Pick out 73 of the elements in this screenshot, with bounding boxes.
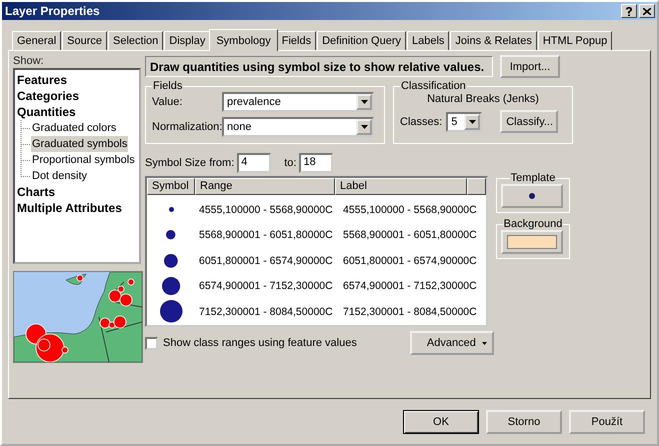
tree-item[interactable]: Quantities — [17, 104, 137, 120]
help-button[interactable] — [621, 4, 637, 18]
size-to-field[interactable]: 18 — [299, 153, 334, 173]
tab[interactable]: General — [12, 31, 62, 50]
advanced-button[interactable]: Advanced — [410, 331, 494, 355]
tab[interactable]: Definition Query — [317, 31, 406, 50]
circle-symbol-icon — [166, 230, 176, 240]
window-title: Layer Properties — [5, 4, 100, 18]
tree-item[interactable]: Multiple Attributes — [17, 200, 137, 216]
tab[interactable]: Source — [62, 31, 107, 50]
tree-item[interactable]: Graduated colors — [31, 120, 118, 136]
table-cell-text: 6574,900001 - 7152,30000C — [198, 280, 334, 292]
table-cell-text: 6051,800001 - 6574,90000C — [198, 254, 334, 267]
group-title: Template — [510, 172, 556, 184]
tab[interactable]: Fields — [276, 31, 316, 50]
classes-label: Classes: — [400, 116, 442, 128]
table-cell-text: 5568,900001 - 6051,80000C — [198, 229, 334, 242]
tab[interactable]: HTML Popup — [538, 31, 612, 50]
circle-symbol-icon — [162, 276, 180, 296]
table-cell-text: 4555,100000 - 5568,90000C — [198, 204, 334, 216]
group-title: Classification — [400, 80, 467, 92]
table-cell-text: 7152,300001 - 8084,50000C — [343, 306, 478, 318]
table-cell-text: 5568,900001 - 6051,80000C — [343, 229, 478, 242]
tab[interactable]: Joins & Relates — [450, 31, 537, 50]
classify-button[interactable]: Classify... — [500, 110, 558, 133]
table-cell-text: 4555,100000 - 5568,90000C — [343, 204, 478, 216]
table-cell-text: 6051,800001 - 6574,90000C — [343, 254, 478, 267]
field-label: Normalization: — [152, 121, 222, 133]
dialog-button[interactable]: Storno — [486, 410, 562, 434]
close-button[interactable] — [639, 4, 655, 18]
table-cell-text: 6574,900001 - 7152,30000C — [343, 280, 478, 292]
tree-item[interactable]: Charts — [17, 184, 137, 200]
table-cell-text: 7152,300001 - 8084,50000C — [198, 306, 334, 318]
checkbox-label: Show class ranges using feature values — [163, 337, 357, 349]
description-text: Draw quantities using symbol size to show relative values. — [145, 56, 493, 77]
tree-item[interactable]: Graduated symbols — [31, 136, 128, 152]
tree-item[interactable]: Proportional symbols — [31, 152, 136, 168]
column-header[interactable] — [467, 178, 486, 195]
dropdown-arrow-icon — [360, 100, 368, 104]
normalization-dropdown[interactable]: none — [222, 117, 374, 137]
circle-symbol-icon — [168, 207, 174, 212]
group-title: Background — [502, 218, 564, 230]
tree-item[interactable]: Features — [17, 72, 137, 88]
close-icon — [643, 8, 651, 14]
dropdown-arrow-icon — [482, 342, 487, 344]
dialog-button[interactable]: OK — [403, 410, 479, 434]
size-from-label: Symbol Size from: — [145, 157, 234, 169]
tab[interactable]: Labels — [406, 31, 450, 50]
tab[interactable]: Symbology — [209, 29, 278, 51]
tree-item[interactable]: Dot density — [31, 168, 88, 184]
column-header[interactable]: Symbol — [147, 178, 195, 195]
circle-symbol-icon — [164, 254, 178, 268]
classes-dropdown[interactable]: 5 — [446, 112, 482, 132]
show-label: Show: — [13, 55, 45, 68]
size-from-field[interactable]: 4 — [237, 153, 272, 173]
dropdown-arrow-icon — [468, 120, 476, 124]
tab[interactable]: Selection — [108, 31, 164, 50]
method-text: Natural Breaks (Jenks) — [426, 92, 540, 107]
checkbox[interactable] — [145, 336, 158, 350]
import-button[interactable]: Import... — [500, 55, 560, 78]
column-header[interactable]: Range — [195, 178, 335, 195]
dot-icon — [529, 193, 535, 199]
background-button[interactable] — [501, 230, 563, 254]
column-header[interactable]: Label — [335, 178, 467, 195]
group-title: Fields — [152, 80, 184, 92]
value-dropdown[interactable]: prevalence — [222, 92, 374, 112]
size-to-label: to: — [284, 157, 296, 169]
dropdown-arrow-icon — [360, 125, 368, 129]
dialog-button[interactable]: Použít — [569, 410, 645, 434]
circle-symbol-icon — [160, 300, 182, 324]
help-icon — [625, 6, 633, 16]
field-label: Value: — [152, 96, 184, 108]
tree-item[interactable]: Categories — [17, 88, 137, 104]
